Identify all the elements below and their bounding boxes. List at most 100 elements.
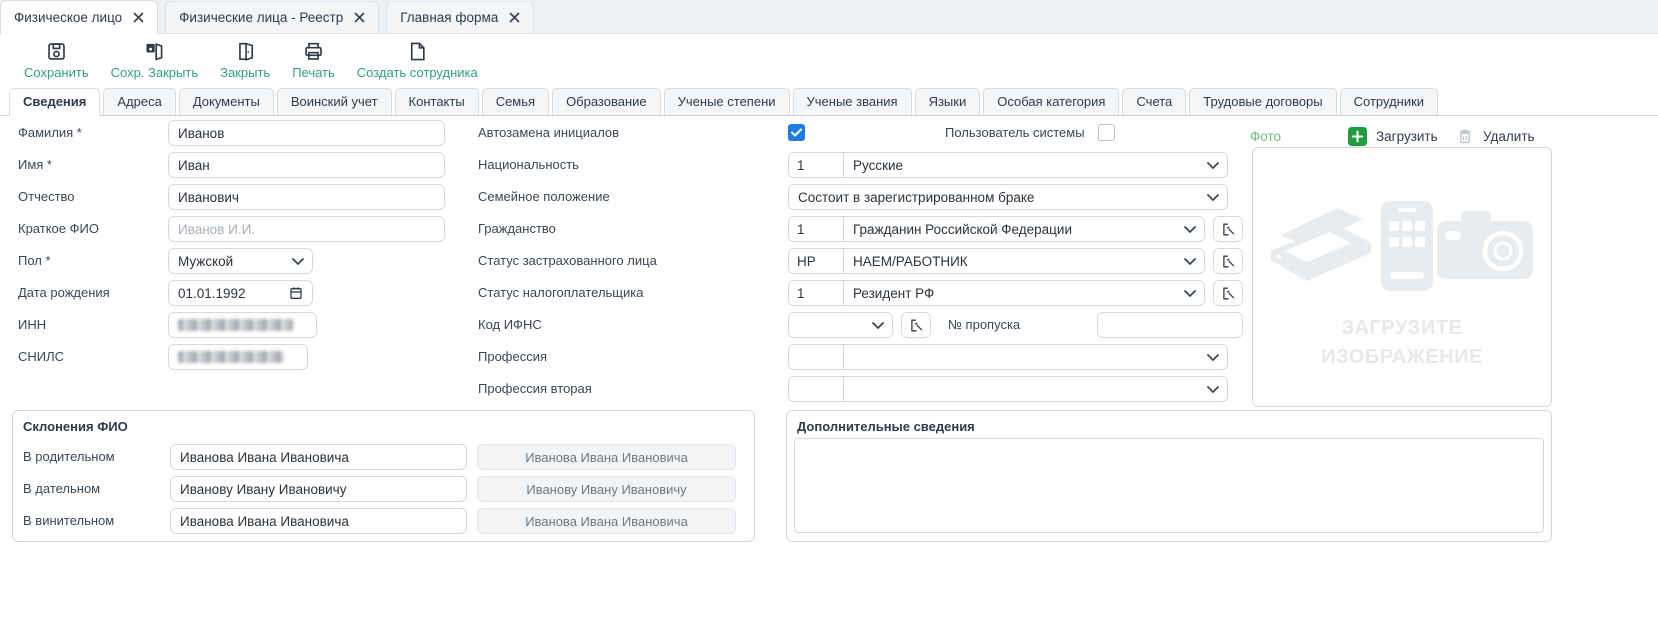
chevron-down-icon: [1184, 290, 1196, 297]
window-tab-registry[interactable]: Физические лица - Реестр: [165, 1, 379, 33]
print-label: Печать: [292, 65, 335, 80]
close-icon[interactable]: [509, 12, 520, 23]
pass-number-input[interactable]: [1097, 312, 1243, 338]
tab-kontakty[interactable]: Контакты: [395, 88, 479, 115]
tab-sotrudniki[interactable]: Сотрудники: [1340, 88, 1438, 115]
calendar-icon[interactable]: [288, 285, 304, 301]
marital-status-select[interactable]: Состоит в зарегистрированном браке: [788, 184, 1228, 210]
save-button[interactable]: Сохранить: [24, 40, 89, 80]
print-button[interactable]: Печать: [292, 40, 335, 80]
taxpayer-status-value: Резидент РФ: [844, 286, 1184, 301]
tab-yazyki[interactable]: Языки: [915, 88, 981, 115]
dative-input[interactable]: [170, 476, 467, 502]
taxpayer-status-picker-button[interactable]: [1213, 280, 1243, 306]
save-close-icon: [143, 40, 166, 63]
profession2-code: [789, 377, 844, 401]
inn-label: ИНН: [18, 312, 46, 338]
photo-label: Фото: [1250, 129, 1281, 144]
system-user-checkbox[interactable]: [1098, 124, 1115, 141]
toolbar: Сохранить Сохр. Закрыть Закрыть Печать С…: [0, 34, 1658, 86]
tab-semya[interactable]: Семья: [482, 88, 549, 115]
auto-initials-checkbox[interactable]: [788, 124, 805, 141]
gender-value: Мужской: [169, 254, 292, 269]
profession-select[interactable]: [788, 344, 1228, 370]
close-icon[interactable]: [133, 12, 144, 23]
citizenship-select[interactable]: 1 Гражданин Российской Федерации: [788, 216, 1205, 242]
short-fio-input[interactable]: [168, 216, 445, 242]
close-label: Закрыть: [220, 65, 270, 80]
close-icon[interactable]: [354, 12, 365, 23]
inn-input[interactable]: [168, 312, 317, 338]
genitive-input[interactable]: [170, 444, 467, 470]
citizenship-value: Гражданин Российской Федерации: [844, 222, 1184, 237]
chevron-down-icon: [1207, 194, 1219, 201]
snils-label: СНИЛС: [18, 344, 64, 370]
profession-code: [789, 345, 844, 369]
dative-suggest-button[interactable]: Иванову Ивану Ивановичу: [477, 476, 736, 502]
tab-obrazovanie[interactable]: Образование: [552, 88, 661, 115]
tab-adresa[interactable]: Адреса: [103, 88, 175, 115]
patronymic-input[interactable]: [168, 184, 445, 210]
ifns-picker-button[interactable]: [901, 312, 931, 338]
genitive-suggest-button[interactable]: Иванова Ивана Ивановича: [477, 444, 736, 470]
check-icon: [791, 128, 802, 137]
firstname-label: Имя *: [18, 152, 52, 178]
window-tab-person[interactable]: Физическое лицо: [0, 0, 158, 34]
patronymic-label: Отчество: [18, 184, 75, 210]
firstname-input[interactable]: [168, 152, 445, 178]
tab-osobaya-kategoriya[interactable]: Особая категория: [983, 88, 1119, 115]
pass-number-label: № пропуска: [948, 312, 1020, 338]
window-tab-main-form[interactable]: Главная форма: [386, 1, 534, 33]
door-close-icon: [234, 40, 257, 63]
profession2-select[interactable]: [788, 376, 1228, 402]
plus-icon: [1348, 127, 1367, 146]
create-employee-button[interactable]: Создать сотрудника: [357, 40, 478, 80]
reference-picker-icon: [1220, 253, 1237, 270]
insured-status-label: Статус застрахованного лица: [478, 248, 657, 274]
taxpayer-status-select[interactable]: 1 Резидент РФ: [788, 280, 1205, 306]
photo-delete-button[interactable]: Удалить: [1456, 127, 1535, 146]
tab-svedeniya[interactable]: Сведения: [9, 88, 100, 116]
photo-placeholder-line1: ЗАГРУЗИТЕ: [1253, 314, 1551, 343]
tab-dokumenty[interactable]: Документы: [179, 88, 274, 115]
tab-uchenye-stepeni[interactable]: Ученые степени: [664, 88, 790, 115]
birth-date-input[interactable]: 01.01.1992: [168, 280, 313, 306]
save-and-close-button[interactable]: Сохр. Закрыть: [111, 40, 199, 80]
citizenship-code: 1: [789, 217, 844, 241]
camera-icon: [1437, 207, 1539, 285]
snils-input[interactable]: [168, 344, 308, 370]
short-fio-label: Краткое ФИО: [18, 216, 99, 242]
tab-scheta[interactable]: Счета: [1122, 88, 1186, 115]
nationality-select[interactable]: 1 Русские: [788, 152, 1228, 178]
close-button[interactable]: Закрыть: [220, 40, 270, 80]
insured-status-value: НАЕМ/РАБОТНИК: [844, 254, 1184, 269]
accusative-label: В винительном: [23, 508, 114, 534]
scanner-icon: [1265, 197, 1377, 295]
ifns-code-select[interactable]: [788, 312, 893, 338]
accusative-suggest-button[interactable]: Иванова Ивана Ивановича: [477, 508, 736, 534]
chevron-down-icon: [1207, 354, 1219, 361]
taxpayer-status-label: Статус налогоплательщика: [478, 280, 643, 306]
photo-dropzone[interactable]: ЗАГРУЗИТЕ ИЗОБРАЖЕНИЕ: [1252, 147, 1552, 407]
citizenship-picker-button[interactable]: [1213, 216, 1243, 242]
reference-picker-icon: [908, 317, 925, 334]
insured-status-picker-button[interactable]: [1213, 248, 1243, 274]
save-icon: [45, 40, 68, 63]
birth-date-value: 01.01.1992: [169, 286, 288, 301]
photo-placeholder-text: ЗАГРУЗИТЕ ИЗОБРАЖЕНИЕ: [1253, 314, 1551, 372]
accusative-input[interactable]: [170, 508, 467, 534]
gender-select[interactable]: Мужской: [168, 248, 313, 274]
chevron-down-icon: [1207, 386, 1219, 393]
window-tab-label: Физическое лицо: [14, 10, 122, 25]
surname-input[interactable]: [168, 120, 445, 146]
photo-upload-button[interactable]: Загрузить: [1348, 127, 1438, 146]
tab-voinskiy-uchet[interactable]: Воинский учет: [277, 88, 392, 115]
chevron-down-icon: [292, 258, 304, 265]
additional-info-textarea[interactable]: [794, 438, 1544, 533]
insured-status-select[interactable]: НР НАЕМ/РАБОТНИК: [788, 248, 1205, 274]
surname-label: Фамилия *: [18, 120, 82, 146]
tab-trudovye-dogovory[interactable]: Трудовые договоры: [1189, 88, 1336, 115]
form-tab-bar: Сведения Адреса Документы Воинский учет …: [0, 86, 1658, 116]
tab-uchenye-zvaniya[interactable]: Ученые звания: [793, 88, 912, 115]
marital-status-label: Семейное положение: [478, 184, 610, 210]
